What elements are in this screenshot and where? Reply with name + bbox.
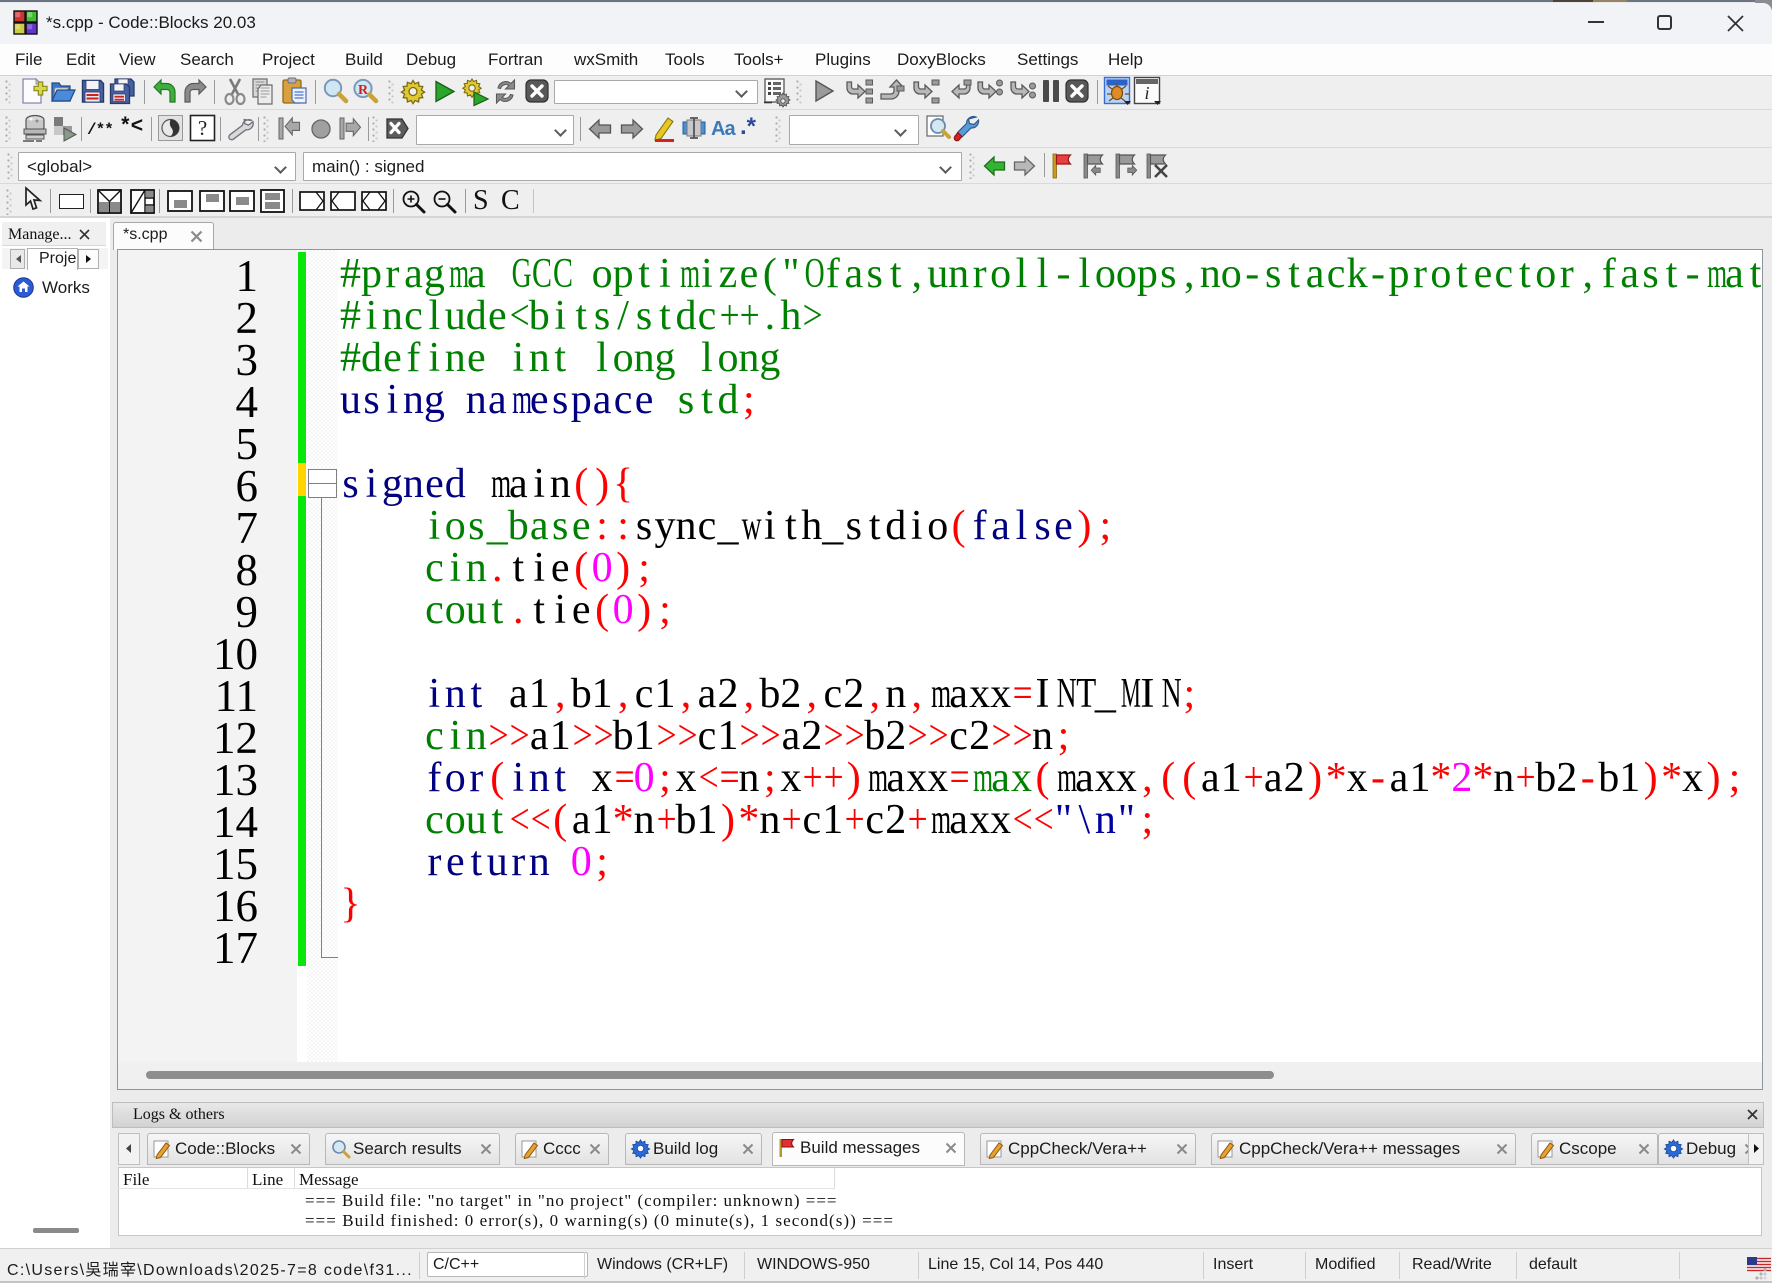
svg-text:R: R: [358, 83, 369, 98]
svg-text:?: ?: [198, 116, 207, 140]
svg-text:i: i: [1144, 83, 1149, 103]
